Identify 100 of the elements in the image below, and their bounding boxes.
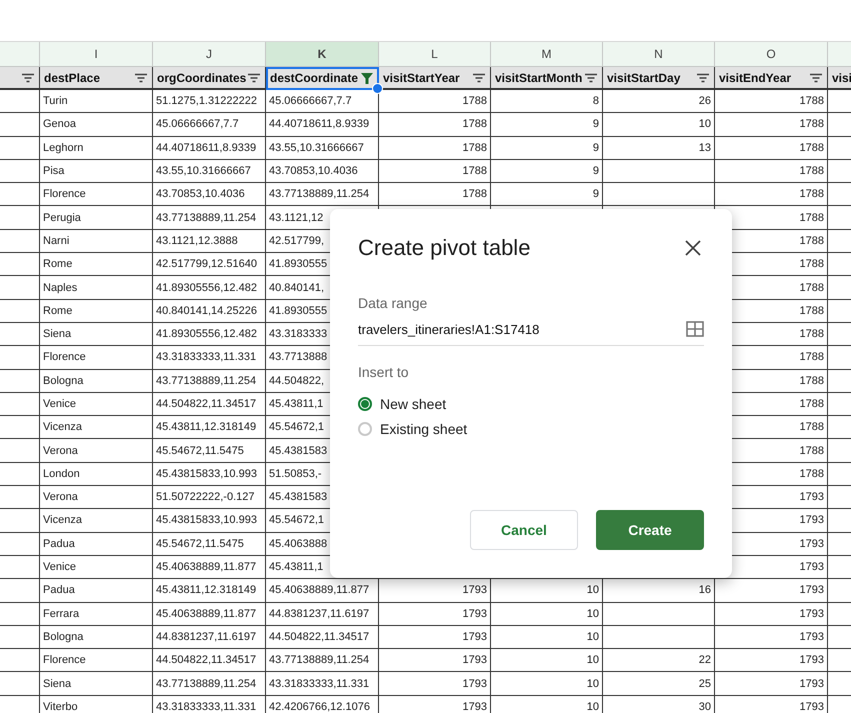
table-cell: 44.504822,11.34517: [266, 626, 379, 650]
table-cell: 1788: [379, 183, 491, 206]
table-cell: Siena: [40, 672, 153, 696]
table-cell: Vicenza: [40, 416, 153, 440]
table-cell: 10: [491, 626, 603, 650]
table-cell: 1793: [715, 649, 828, 672]
table-cell: Narni: [40, 230, 153, 254]
column-header[interactable]: destPlace: [40, 67, 153, 90]
table-cell: 45.43815833,10.993: [153, 462, 266, 486]
table-cell: 51.50722222,-0.127: [153, 486, 266, 510]
column-letter[interactable]: I: [40, 42, 153, 67]
table-cell: Florence: [40, 183, 153, 206]
table-cell: 1793: [379, 579, 491, 603]
table-cell: 44.40718611,8.9339: [266, 113, 379, 137]
table-cell: Verona: [40, 486, 153, 510]
table-cell: 10: [491, 649, 603, 672]
table-cell: 30: [603, 696, 715, 713]
table-cell: 42.517799,12.51640: [153, 253, 266, 276]
create-button[interactable]: Create: [596, 510, 704, 550]
table-cell: 44.504822,11.34517: [153, 392, 266, 416]
table-cell: Florence: [40, 649, 153, 672]
table-cell: 43.70853,10.4036: [153, 183, 266, 206]
column-letter[interactable]: J: [153, 42, 266, 67]
column-header[interactable]: visi: [828, 67, 851, 90]
table-cell: 10: [491, 579, 603, 603]
table-cell: 43.55,10.31666667: [266, 136, 379, 160]
column-header[interactable]: orgCoordinates: [153, 67, 266, 90]
table-cell: 45.06666667,7.7: [153, 113, 266, 137]
table-cell: Pisa: [40, 160, 153, 184]
table-cell: 1793: [379, 626, 491, 650]
column-header[interactable]: visitStartDay: [603, 67, 715, 90]
table-cell: Venice: [40, 556, 153, 580]
table-cell: London: [40, 462, 153, 486]
table-cell: 45.54672,11.5475: [153, 532, 266, 556]
table-cell: 43.55,10.31666667: [153, 160, 266, 184]
table-cell: 1788: [379, 160, 491, 184]
table-cell: 1793: [715, 579, 828, 603]
column-letter[interactable]: O: [715, 42, 828, 67]
table-cell: 1788: [715, 160, 828, 184]
column-header[interactable]: visitStartYear: [379, 67, 491, 90]
table-cell: 45.40638889,11.877: [266, 579, 379, 603]
table-cell: 45.40638889,11.877: [153, 602, 266, 626]
table-cell: 1788: [715, 113, 828, 137]
table-cell: 10: [491, 696, 603, 713]
column-letter[interactable]: M: [491, 42, 603, 67]
table-cell: 1793: [715, 602, 828, 626]
table-cell: 9: [491, 136, 603, 160]
data-range-field[interactable]: travelers_itineraries!A1:S17418: [358, 321, 704, 346]
table-cell: Turin: [40, 90, 153, 114]
cancel-button[interactable]: Cancel: [470, 510, 578, 550]
table-cell: 1793: [715, 696, 828, 713]
table-cell: 1793: [379, 602, 491, 626]
table-cell: Siena: [40, 322, 153, 346]
table-cell: 45.54672,11.5475: [153, 439, 266, 463]
table-cell: Viterbo: [40, 696, 153, 713]
column-letter[interactable]: K: [266, 42, 379, 67]
table-cell: 43.31833333,11.331: [153, 346, 266, 370]
table-cell: 9: [491, 160, 603, 184]
table-cell: 43.77138889,11.254: [153, 672, 266, 696]
table-cell: Perugia: [40, 206, 153, 230]
table-cell: Florence: [40, 346, 153, 370]
table-cell: 1788: [379, 113, 491, 137]
table-cell: 10: [603, 113, 715, 137]
table-cell: 45.43811,12.318149: [153, 416, 266, 440]
table-cell: 1788: [379, 90, 491, 114]
table-cell: 43.77138889,11.254: [153, 206, 266, 230]
table-cell: 1788: [715, 183, 828, 206]
table-cell: Genoa: [40, 113, 153, 137]
table-cell: 10: [491, 602, 603, 626]
table-cell: 41.89305556,12.482: [153, 276, 266, 300]
table-cell: 1793: [379, 649, 491, 672]
table-cell: Naples: [40, 276, 153, 300]
table-cell: 45.43815833,10.993: [153, 509, 266, 533]
column-letter[interactable]: L: [379, 42, 491, 67]
table-cell: 8: [491, 90, 603, 114]
table-cell: 9: [491, 113, 603, 137]
table-cell: 22: [603, 649, 715, 672]
table-cell: 44.504822,11.34517: [153, 649, 266, 672]
table-cell: Venice: [40, 392, 153, 416]
column-header[interactable]: visitEndYear: [715, 67, 828, 90]
table-cell: Padua: [40, 532, 153, 556]
column-letter[interactable]: N: [603, 42, 715, 67]
table-cell: 26: [603, 90, 715, 114]
table-cell: 1793: [379, 696, 491, 713]
column-header[interactable]: visitStartMonth: [491, 67, 603, 90]
table-cell: 45.40638889,11.877: [153, 556, 266, 580]
table-cell: 1788: [715, 136, 828, 160]
table-cell: 44.40718611,8.9339: [153, 136, 266, 160]
table-cell: 1793: [715, 626, 828, 650]
table-cell: 44.8381237,11.6197: [266, 602, 379, 626]
table-cell: Vicenza: [40, 509, 153, 533]
table-cell: 1793: [379, 672, 491, 696]
table-cell: 42.4206766,12.1076: [266, 696, 379, 713]
table-cell: 43.77138889,11.254: [153, 370, 266, 393]
table-cell: 16: [603, 579, 715, 603]
table-cell: 13: [603, 136, 715, 160]
table-cell: 1788: [379, 136, 491, 160]
table-cell: 1788: [715, 90, 828, 114]
table-cell: 1793: [715, 672, 828, 696]
table-cell: Leghorn: [40, 136, 153, 160]
